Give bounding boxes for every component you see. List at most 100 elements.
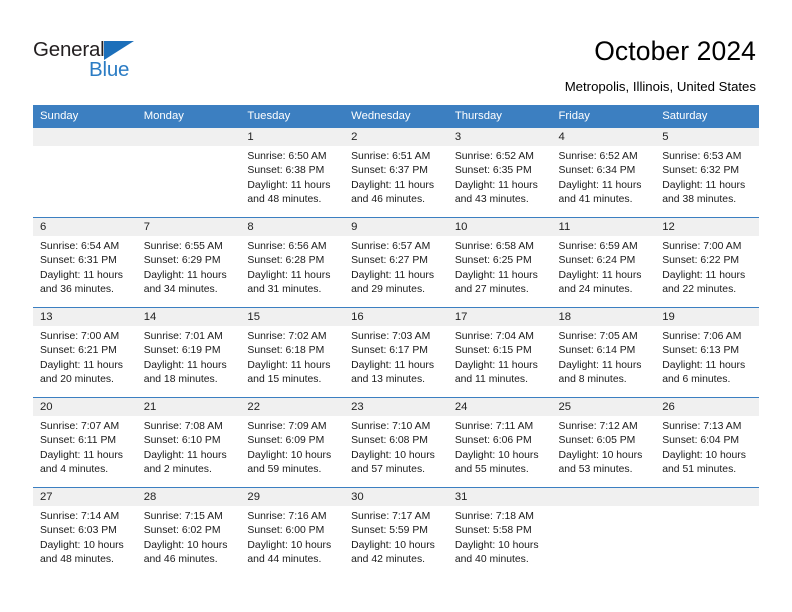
calendar-day-cell[interactable]: 10 Sunrise: 6:58 AM Sunset: 6:25 PM Dayligh… [447,217,552,308]
daylight-text-line1: Daylight: 10 hours [247,449,332,461]
sunrise-text: Sunrise: 7:05 AM [558,331,638,342]
day-cell-details: Sunrise: 7:07 AM Sunset: 6:11 PM Daylight:… [33,416,137,478]
day-cell-details: Sunrise: 7:13 AM Sunset: 6:04 PM Daylight:… [655,416,759,478]
calendar-day-cell[interactable]: 23 Sunrise: 7:10 AM Sunset: 6:08 PM Dayligh… [344,397,448,488]
day-cell-inner: 12 Sunrise: 7:00 AM Sunset: 6:22 PM Dayligh… [655,218,759,307]
sunrise-text: Sunrise: 7:04 AM [454,331,534,342]
daylight-text-line1: Daylight: 11 hours [40,359,123,371]
day-cell-details: Sunrise: 7:12 AM Sunset: 6:05 PM Daylight:… [552,416,656,478]
calendar-day-cell[interactable]: 9 Sunrise: 6:57 AM Sunset: 6:27 PM Daylight… [344,217,448,308]
day-number: 22 [240,398,345,416]
calendar-day-cell[interactable]: 18 Sunrise: 7:05 AM Sunset: 6:14 PM Dayligh… [551,307,656,398]
day-number: 31 [447,488,552,506]
sunset-text: Sunset: 6:13 PM [662,345,740,357]
calendar-day-cell[interactable]: 20 Sunrise: 7:07 AM Sunset: 6:11 PM Dayligh… [33,397,137,488]
sunset-text: Sunset: 6:25 PM [454,255,532,267]
calendar-day-cell[interactable]: 12 Sunrise: 7:00 AM Sunset: 6:22 PM Dayligh… [655,217,759,308]
daylight-text-line2: and 57 minutes. [351,464,426,476]
calendar-day-cell[interactable]: 30 Sunrise: 7:17 AM Sunset: 5:59 PM Dayligh… [344,487,448,577]
calendar-day-cell[interactable]: 26 Sunrise: 7:13 AM Sunset: 6:04 PM Dayligh… [655,397,759,488]
day-cell-inner: 15 Sunrise: 7:02 AM Sunset: 6:18 PM Dayligh… [240,308,345,397]
day-cell-inner: 13 Sunrise: 7:00 AM Sunset: 6:21 PM Dayligh… [33,308,137,397]
day-cell-details: Sunrise: 6:59 AM Sunset: 6:24 PM Daylight:… [552,236,656,298]
sunrise-text: Sunrise: 7:00 AM [40,331,120,342]
day-number: 6 [33,218,137,236]
daylight-text-line1: Daylight: 11 hours [662,179,746,191]
day-cell-details: Sunrise: 7:01 AM Sunset: 6:19 PM Daylight:… [137,326,241,388]
daylight-text-line1: Daylight: 11 hours [558,269,642,281]
daylight-text-line1: Daylight: 10 hours [454,539,539,551]
day-cell-details: Sunrise: 6:54 AM Sunset: 6:31 PM Daylight:… [33,236,137,298]
daylight-text-line2: and 46 minutes. [143,554,218,566]
calendar-day-cell[interactable]: 24 Sunrise: 7:11 AM Sunset: 6:06 PM Dayligh… [447,397,552,488]
day-number [136,128,241,146]
calendar-day-cell[interactable]: 14 Sunrise: 7:01 AM Sunset: 6:19 PM Dayligh… [136,307,241,398]
day-cell-inner: 28 Sunrise: 7:15 AM Sunset: 6:02 PM Dayligh… [136,488,241,577]
calendar-day-cell[interactable]: 29 Sunrise: 7:16 AM Sunset: 6:00 PM Dayligh… [240,487,345,577]
calendar-day-cell[interactable]: 17 Sunrise: 7:04 AM Sunset: 6:15 PM Dayligh… [447,307,552,398]
day-number: 8 [240,218,345,236]
calendar-day-cell[interactable]: 11 Sunrise: 6:59 AM Sunset: 6:24 PM Dayligh… [551,217,656,308]
calendar-day-cell[interactable]: 13 Sunrise: 7:00 AM Sunset: 6:21 PM Dayligh… [33,307,137,398]
daylight-text-line1: Daylight: 11 hours [351,359,435,371]
calendar-body: 1 Sunrise: 6:50 AM Sunset: 6:38 PM Daylight… [33,128,759,577]
daylight-text-line2: and 53 minutes. [558,464,633,476]
calendar-day-cell[interactable]: 25 Sunrise: 7:12 AM Sunset: 6:05 PM Dayligh… [551,397,656,488]
day-cell-details: Sunrise: 7:16 AM Sunset: 6:00 PM Daylight:… [240,506,344,568]
weekday-header-thursday: Thursday [447,105,552,128]
daylight-text-line2: and 48 minutes. [247,194,322,206]
logo-text-blue: Blue [89,58,130,81]
day-number [655,488,759,506]
calendar-day-cell[interactable]: 31 Sunrise: 7:18 AM Sunset: 5:58 PM Dayligh… [447,487,552,577]
day-cell-details: Sunrise: 7:11 AM Sunset: 6:06 PM Daylight:… [448,416,552,478]
sunrise-text: Sunrise: 7:12 AM [558,421,638,432]
daylight-text-line2: and 42 minutes. [351,554,426,566]
sunrise-text: Sunrise: 7:10 AM [351,421,431,432]
day-cell-details: Sunrise: 6:56 AM Sunset: 6:28 PM Daylight:… [240,236,344,298]
daylight-text-line2: and 27 minutes. [454,284,529,296]
calendar-day-cell[interactable]: 3 Sunrise: 6:52 AM Sunset: 6:35 PM Daylight… [447,128,552,218]
sunrise-text: Sunrise: 7:14 AM [40,511,120,522]
sunset-text: Sunset: 6:14 PM [558,345,636,357]
day-cell-inner: 3 Sunrise: 6:52 AM Sunset: 6:35 PM Daylight… [447,128,552,217]
day-number: 16 [344,308,448,326]
day-cell-inner [33,128,137,217]
calendar-day-cell[interactable]: 5 Sunrise: 6:53 AM Sunset: 6:32 PM Daylight… [655,128,759,218]
calendar-day-cell[interactable]: 15 Sunrise: 7:02 AM Sunset: 6:18 PM Dayligh… [240,307,345,398]
daylight-text-line2: and 46 minutes. [351,194,426,206]
calendar-day-cell[interactable]: 16 Sunrise: 7:03 AM Sunset: 6:17 PM Dayligh… [344,307,448,398]
daylight-text-line2: and 34 minutes. [143,284,218,296]
calendar-day-cell[interactable]: 4 Sunrise: 6:52 AM Sunset: 6:34 PM Daylight… [551,128,656,218]
calendar-day-cell[interactable]: 6 Sunrise: 6:54 AM Sunset: 6:31 PM Daylight… [33,217,137,308]
calendar-day-cell[interactable]: 22 Sunrise: 7:09 AM Sunset: 6:09 PM Dayligh… [240,397,345,488]
sunrise-text: Sunrise: 7:18 AM [454,511,534,522]
calendar-day-cell[interactable]: 21 Sunrise: 7:08 AM Sunset: 6:10 PM Dayligh… [136,397,241,488]
calendar-day-cell[interactable]: 27 Sunrise: 7:14 AM Sunset: 6:03 PM Dayligh… [33,487,137,577]
daylight-text-line2: and 51 minutes. [662,464,737,476]
day-cell-inner: 31 Sunrise: 7:18 AM Sunset: 5:58 PM Dayligh… [447,488,552,577]
calendar-table: Sunday Monday Tuesday Wednesday Thursday… [33,105,759,577]
daylight-text-line1: Daylight: 10 hours [662,449,746,461]
calendar-day-cell[interactable]: 1 Sunrise: 6:50 AM Sunset: 6:38 PM Daylight… [240,128,345,218]
calendar-day-cell[interactable]: 19 Sunrise: 7:06 AM Sunset: 6:13 PM Dayligh… [655,307,759,398]
daylight-text-line2: and 59 minutes. [247,464,322,476]
day-number: 29 [240,488,345,506]
sunrise-text: Sunrise: 7:13 AM [662,421,742,432]
day-cell-inner: 23 Sunrise: 7:10 AM Sunset: 6:08 PM Dayligh… [344,398,448,487]
day-number: 21 [136,398,241,416]
weekday-header-monday: Monday [136,105,241,128]
daylight-text-line2: and 6 minutes. [662,374,731,386]
calendar-day-cell-empty [136,128,241,218]
calendar-day-cell[interactable]: 28 Sunrise: 7:15 AM Sunset: 6:02 PM Dayligh… [136,487,241,577]
calendar-day-cell[interactable]: 8 Sunrise: 6:56 AM Sunset: 6:28 PM Daylight… [240,217,345,308]
calendar-day-cell[interactable]: 7 Sunrise: 6:55 AM Sunset: 6:29 PM Daylight… [136,217,241,308]
day-number [33,128,137,146]
generalblue-logo[interactable]: General Blue [33,39,153,81]
calendar-day-cell[interactable]: 2 Sunrise: 6:51 AM Sunset: 6:37 PM Daylight… [344,128,448,218]
calendar-week-row: 27 Sunrise: 7:14 AM Sunset: 6:03 PM Dayligh… [33,487,759,577]
day-cell-details: Sunrise: 7:18 AM Sunset: 5:58 PM Daylight:… [448,506,552,568]
day-cell-inner: 29 Sunrise: 7:16 AM Sunset: 6:00 PM Dayligh… [240,488,345,577]
weekday-header-sunday: Sunday [33,105,137,128]
day-cell-inner [655,488,759,577]
day-cell-inner: 16 Sunrise: 7:03 AM Sunset: 6:17 PM Dayligh… [344,308,448,397]
